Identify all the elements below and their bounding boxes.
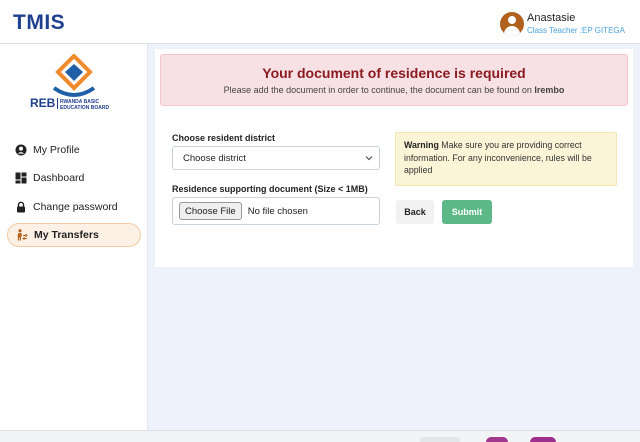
sidebar-item-label: My Profile xyxy=(33,144,80,156)
alert-title: Your document of residence is required xyxy=(262,65,526,81)
sidebar-item-label: Dashboard xyxy=(33,172,85,184)
avatar[interactable] xyxy=(500,12,524,36)
taskbar-app[interactable] xyxy=(486,437,508,442)
residence-required-alert: Your document of residence is required P… xyxy=(160,54,628,106)
submit-button[interactable]: Submit xyxy=(442,200,492,224)
residence-form-panel: Your document of residence is required P… xyxy=(155,49,633,267)
user-circle-icon xyxy=(15,144,27,156)
dashboard-icon xyxy=(15,172,27,184)
transfer-person-icon xyxy=(17,229,28,241)
back-button[interactable]: Back xyxy=(396,200,434,224)
logo-line2: EDUCATION BOARD xyxy=(60,105,109,111)
sidebar-item-my-transfers[interactable]: My Transfers xyxy=(7,223,141,247)
sidebar-item-label: My Transfers xyxy=(34,229,99,241)
taskbar-app[interactable] xyxy=(530,437,556,442)
sidebar-item-my-profile[interactable]: My Profile xyxy=(7,138,141,162)
app-title[interactable]: TMIS xyxy=(13,11,65,35)
alert-subtitle-text: Please add the document in order to cont… xyxy=(223,85,535,95)
warning-note: Warning Make sure you are providing corr… xyxy=(395,132,617,186)
avatar-head xyxy=(508,16,516,24)
sidebar-item-change-password[interactable]: Change password xyxy=(7,195,141,219)
avatar-body xyxy=(504,26,520,36)
app-header: TMIS Anastasie Class Teacher :EP GITEGA xyxy=(0,0,640,44)
district-select-value: Choose district xyxy=(183,152,246,164)
alert-subtitle: Please add the document in order to cont… xyxy=(161,85,627,95)
sidebar-item-label: Change password xyxy=(33,201,118,213)
document-label: Residence supporting document (Size < 1M… xyxy=(172,184,368,194)
logo-abbrev: REB xyxy=(30,96,56,110)
reb-logo: REB RWANDA BASIC EDUCATION BOARD xyxy=(30,54,109,111)
sidebar-item-dashboard[interactable]: Dashboard xyxy=(7,166,141,190)
user-name[interactable]: Anastasie xyxy=(527,12,575,24)
irembo-link[interactable]: Irembo xyxy=(534,85,564,95)
sidebar: REB RWANDA BASIC EDUCATION BOARD My Prof… xyxy=(0,44,148,430)
taskbar-app[interactable] xyxy=(420,437,460,442)
district-label: Choose resident district xyxy=(172,133,276,143)
main-content: Your document of residence is required P… xyxy=(148,44,640,430)
choose-file-button[interactable]: Choose File xyxy=(179,202,242,220)
lock-icon xyxy=(17,201,25,213)
district-select[interactable]: Choose district xyxy=(172,146,380,170)
warning-title: Warning xyxy=(404,140,439,150)
document-file-input[interactable]: Choose File No file chosen xyxy=(172,197,380,225)
file-status: No file chosen xyxy=(247,205,308,217)
user-role: Class Teacher :EP GITEGA xyxy=(527,26,625,35)
chevron-down-icon xyxy=(365,156,373,161)
